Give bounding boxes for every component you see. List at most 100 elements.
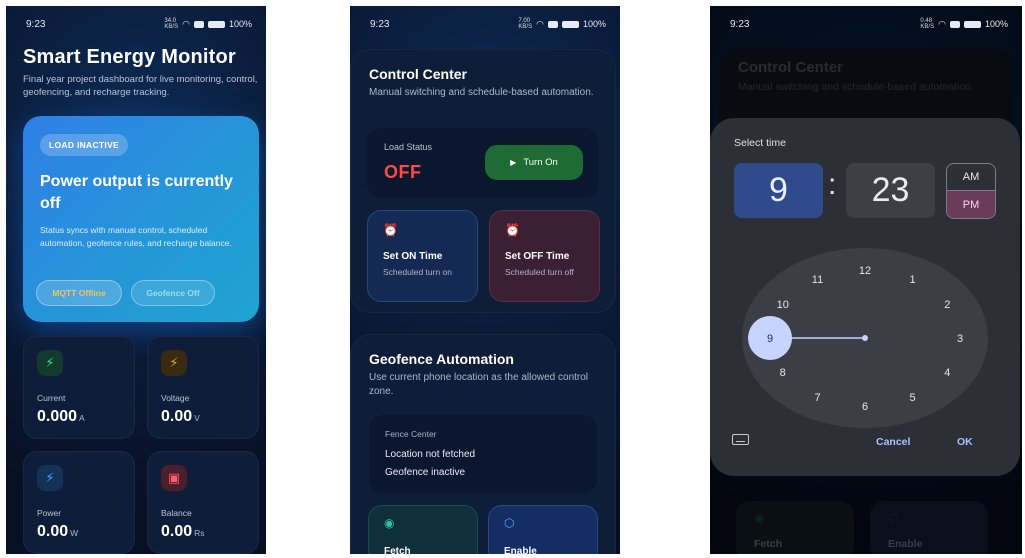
metric-card-current: ⚡ Current 0.000 A: [23, 336, 135, 439]
clock-number-12[interactable]: 12: [859, 265, 871, 277]
set-off-title: Set OFF Time: [505, 251, 570, 262]
time-separator: :: [828, 168, 837, 201]
battery-level: 100%: [228, 19, 252, 29]
load-status-box: Load Status OFF ▶ Turn On: [367, 128, 599, 198]
metric-label: Voltage: [161, 393, 190, 403]
cancel-button[interactable]: Cancel: [876, 436, 910, 448]
clock-number-4[interactable]: 4: [944, 367, 950, 379]
metric-card-power: ⚡ Power 0.00 W: [23, 451, 135, 554]
metric-value: 0.00 V: [161, 408, 200, 425]
time-picker-heading: Select time: [734, 137, 786, 149]
geofence-card: Geofence Automation Use current phone lo…: [350, 334, 616, 554]
clock-number-5[interactable]: 5: [909, 392, 915, 404]
control-center-title: Control Center: [369, 66, 467, 82]
metric-label: Current: [37, 393, 66, 403]
time-picker-dialog: Select time 9 : 23 AM PM 12 1 2 3 4 5 6 7 8 9 10 11…: [710, 118, 1020, 476]
geofence-title: Geofence Automation: [369, 351, 514, 367]
alarm-clock-icon: ⏰: [383, 223, 398, 237]
clock-number-10[interactable]: 10: [777, 299, 789, 311]
load-status-value: OFF: [384, 162, 422, 182]
flash-icon: ⚡: [161, 350, 187, 376]
load-status-badge: LOAD INACTIVE: [40, 134, 129, 156]
set-on-title: Set ON Time: [383, 251, 443, 262]
set-off-time-button[interactable]: ⏰ Set OFF Time Scheduled turn off: [489, 210, 600, 302]
clock-dial[interactable]: 121234567891011: [742, 248, 988, 428]
camera-icon: [547, 20, 558, 28]
load-status-hero-card: LOAD INACTIVE Power output is currently …: [23, 116, 259, 322]
set-off-subtitle: Scheduled turn off: [505, 267, 574, 277]
clock-number-2[interactable]: 2: [944, 299, 950, 311]
metric-value: 0.00 Rs: [161, 523, 205, 540]
set-on-time-button[interactable]: ⏰ Set ON Time Scheduled turn on: [367, 210, 478, 302]
status-indicators: 0.48 KB/S ◠ 100%: [920, 18, 1008, 30]
clock-number-11[interactable]: 11: [812, 274, 823, 286]
app-title: Smart Energy Monitor: [23, 46, 236, 68]
clock-number-1[interactable]: 1: [909, 274, 915, 286]
wallet-icon: ▣: [161, 465, 187, 491]
turn-on-button[interactable]: ▶ Turn On: [485, 145, 583, 180]
pm-option[interactable]: PM: [947, 191, 995, 218]
clock-number-9[interactable]: 9: [767, 333, 773, 345]
battery-level: 100%: [582, 19, 606, 29]
battery-icon: [561, 20, 579, 28]
clock-number-6[interactable]: 6: [862, 401, 868, 413]
geofence-status-pill: Geofence Off: [131, 280, 215, 306]
dashboard-screen: 9:23 34.0 KB/S ◠ 100% Smart Energy Monit…: [6, 6, 266, 554]
geofence-status: Geofence inactive: [385, 467, 466, 478]
fetch-location-button[interactable]: ◉ Fetch: [368, 505, 478, 554]
status-time: 9:23: [26, 18, 46, 30]
battery-level: 100%: [984, 19, 1008, 29]
play-icon: ▶: [510, 158, 517, 167]
wifi-icon: ◠: [938, 18, 946, 29]
ok-button[interactable]: OK: [957, 436, 973, 448]
clock-number-3[interactable]: 3: [957, 333, 963, 345]
keyboard-icon[interactable]: [732, 434, 749, 445]
fence-center-box: Fence Center Location not fetched Geofen…: [369, 415, 597, 493]
battery-icon: [207, 20, 225, 28]
turn-on-label: Turn On: [523, 157, 558, 168]
geofence-subtitle: Use current phone location as the allowe…: [369, 372, 589, 397]
clock-number-8[interactable]: 8: [780, 367, 786, 379]
am-pm-toggle: AM PM: [946, 163, 996, 219]
hour-field[interactable]: 9: [734, 163, 823, 218]
mqtt-status-pill: MQTT Offline: [36, 280, 122, 306]
camera-icon: [949, 20, 960, 28]
load-status-label: Load Status: [384, 142, 433, 152]
status-bar: 9:23 34.0 KB/S ◠ 100%: [26, 16, 252, 32]
metric-card-voltage: ⚡ Voltage 0.00 V: [147, 336, 259, 439]
status-bar: 9:23 7.00 KB/S ◠ 100%: [370, 16, 606, 32]
network-speed: 0.48 KB/S: [920, 18, 935, 30]
status-indicators: 34.0 KB/S ◠ 100%: [164, 18, 252, 30]
enable-geofence-button[interactable]: ⬡ Enable: [488, 505, 598, 554]
control-center-card: Control Center Manual switching and sche…: [350, 49, 616, 313]
fence-center-label: Fence Center: [385, 429, 437, 439]
metric-value: 0.000 A: [37, 408, 85, 425]
metric-label: Balance: [161, 508, 192, 518]
status-time: 9:23: [730, 18, 750, 30]
app-subtitle: Final year project dashboard for live mo…: [23, 74, 258, 98]
status-time: 9:23: [370, 18, 390, 30]
set-on-subtitle: Scheduled turn on: [383, 267, 452, 277]
bolt-icon: ⚡: [37, 350, 63, 376]
control-center-subtitle: Manual switching and schedule-based auto…: [369, 87, 594, 98]
am-option[interactable]: AM: [947, 164, 995, 191]
location-status: Location not fetched: [385, 449, 476, 460]
camera-icon: [193, 20, 204, 28]
control-screen: 9:23 7.00 KB/S ◠ 100% Control Center Man…: [350, 6, 620, 554]
clock-number-7[interactable]: 7: [814, 392, 820, 404]
shield-icon: ⬡: [504, 516, 515, 530]
network-speed: 7.00 KB/S: [518, 18, 533, 30]
fetch-label: Fetch: [384, 546, 411, 554]
metric-label: Power: [37, 508, 62, 518]
network-speed: 34.0 KB/S: [164, 18, 179, 30]
minute-field[interactable]: 23: [846, 163, 935, 218]
metric-value: 0.00 W: [37, 523, 79, 540]
hero-description: Status syncs with manual control, schedu…: [40, 225, 232, 248]
status-indicators: 7.00 KB/S ◠ 100%: [518, 18, 606, 30]
wifi-icon: ◠: [182, 18, 190, 29]
hero-heading: Power output is currently off: [40, 173, 233, 212]
alarm-off-icon: ⏰: [505, 223, 520, 237]
clock-center-dot: [862, 335, 868, 341]
time-picker-screen: Control Center Manual switching and sche…: [710, 6, 1022, 554]
battery-icon: [963, 20, 981, 28]
